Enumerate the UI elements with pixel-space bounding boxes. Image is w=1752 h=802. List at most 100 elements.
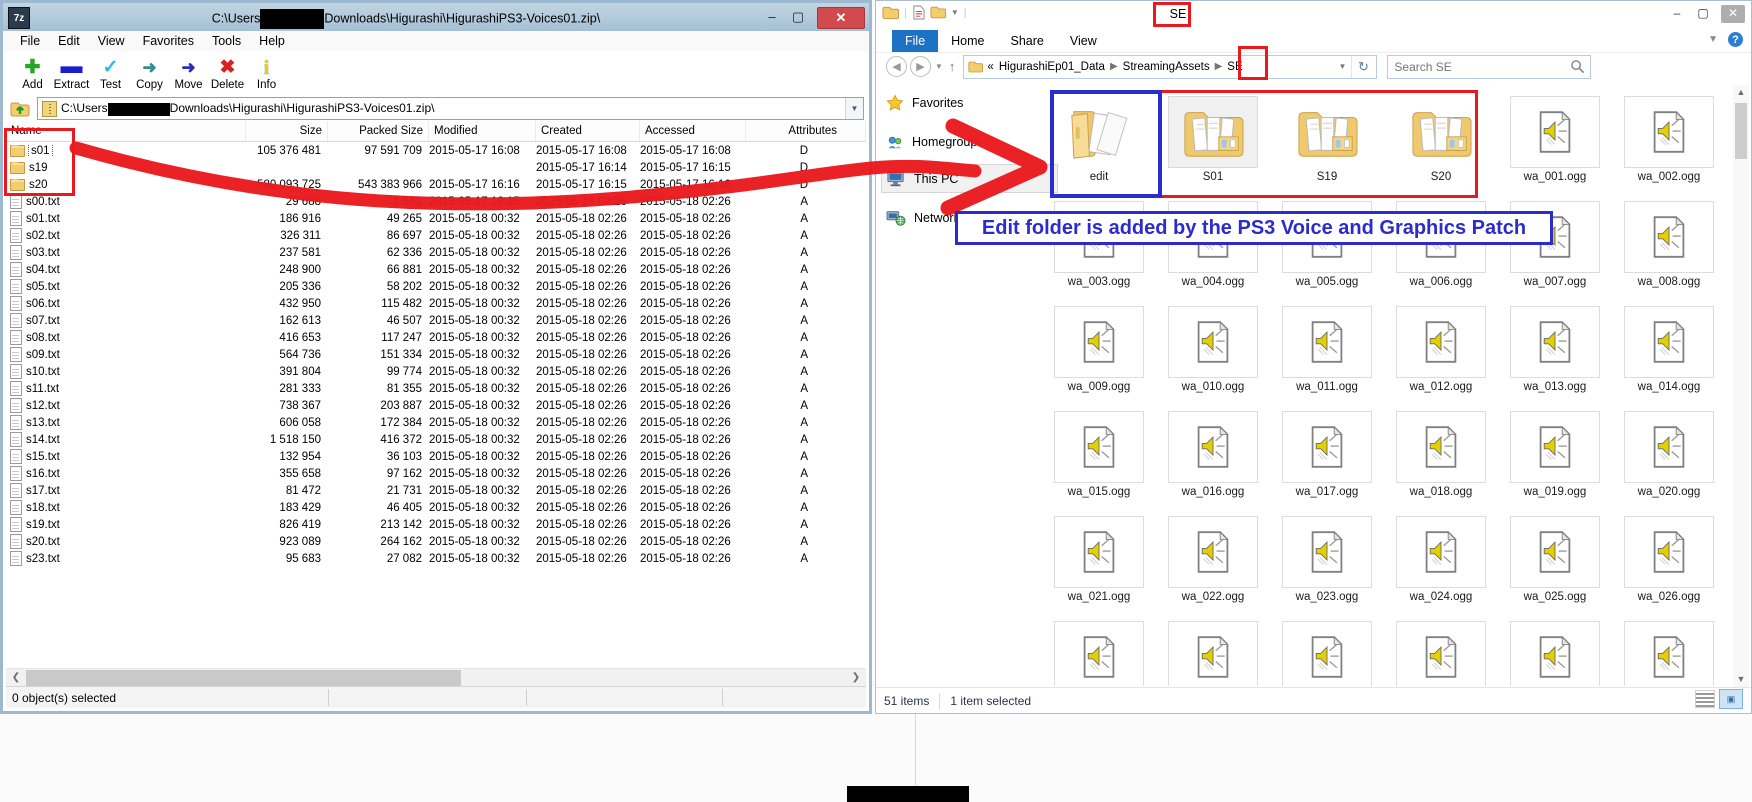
sidebar-item-network[interactable]: Network <box>886 209 960 227</box>
table-row[interactable]: s23.txt95 68327 0822015-05-18 00:322015-… <box>6 550 866 567</box>
move-button[interactable]: ➜Move <box>169 51 208 96</box>
table-row[interactable]: s15.txt132 95436 1032015-05-18 00:322015… <box>6 448 866 465</box>
table-row[interactable]: s04.txt248 90066 8812015-05-18 00:322015… <box>6 261 866 278</box>
scroll-left-icon[interactable]: ❮ <box>8 670 24 686</box>
table-row[interactable]: s07.txt162 61346 5072015-05-18 00:322015… <box>6 312 866 329</box>
table-row[interactable]: s06.txt432 950115 4822015-05-18 00:32201… <box>6 295 866 312</box>
scrollbar-thumb[interactable] <box>26 670 461 686</box>
table-row[interactable]: s02.txt326 31186 6972015-05-18 00:322015… <box>6 227 866 244</box>
table-row[interactable]: s03.txt237 58162 3362015-05-18 00:322015… <box>6 244 866 261</box>
sevenzip-address-bar[interactable]: C:\UsersDownloads\Higurashi\HigurashiPS3… <box>37 97 864 120</box>
file-item[interactable] <box>1510 621 1600 686</box>
scrollbar-thumb[interactable] <box>1735 103 1747 159</box>
sevenzip-titlebar[interactable]: 7z C:\UsersDownloads\Higurashi\Higurashi… <box>3 3 869 31</box>
up-button[interactable]: ↑ <box>949 59 956 74</box>
file-item[interactable]: wa_010.ogg <box>1168 306 1258 411</box>
file-item[interactable]: wa_019.ogg <box>1510 411 1600 516</box>
tab-file[interactable]: File <box>892 30 938 52</box>
maximize-button[interactable]: ▢ <box>787 7 809 27</box>
file-item[interactable]: wa_014.ogg <box>1624 306 1714 411</box>
parent-folder-button[interactable] <box>8 99 32 119</box>
table-row[interactable]: s05.txt205 33658 2022015-05-18 00:322015… <box>6 278 866 295</box>
details-view-button[interactable] <box>1695 690 1715 708</box>
file-item[interactable]: wa_002.ogg <box>1624 96 1714 201</box>
add-button[interactable]: ✚Add <box>13 51 52 96</box>
table-row[interactable]: s20580 093 725543 383 9662015-05-17 16:1… <box>6 176 866 193</box>
file-item[interactable]: wa_008.ogg <box>1624 201 1714 306</box>
close-button[interactable]: ✕ <box>817 7 865 29</box>
vertical-scrollbar[interactable]: ▲ ▼ <box>1733 85 1749 687</box>
sidebar-item-favorites[interactable]: Favorites <box>886 94 963 112</box>
file-item[interactable] <box>1168 621 1258 686</box>
file-item[interactable]: wa_022.ogg <box>1168 516 1258 621</box>
address-dropdown-icon[interactable]: ▼ <box>1334 58 1350 76</box>
table-row[interactable]: s09.txt564 736151 3342015-05-18 00:32201… <box>6 346 866 363</box>
copy-button[interactable]: ➜Copy <box>130 51 169 96</box>
file-item[interactable]: wa_016.ogg <box>1168 411 1258 516</box>
menu-help[interactable]: Help <box>250 34 294 48</box>
extract-button[interactable]: ▬Extract <box>52 51 91 96</box>
file-item[interactable] <box>1396 621 1486 686</box>
table-row[interactable]: s00.txt29 6881 5612015-05-17 18:152015-0… <box>6 193 866 210</box>
scroll-up-icon[interactable]: ▲ <box>1733 85 1749 100</box>
breadcrumb[interactable]: « HigurashiEp01_Data ▶ StreamingAssets ▶… <box>963 55 1377 79</box>
info-button[interactable]: iInfo <box>247 51 286 96</box>
menu-file[interactable]: File <box>11 34 49 48</box>
file-item[interactable]: wa_001.ogg <box>1510 96 1600 201</box>
expand-ribbon-icon[interactable]: ▼ <box>1708 34 1718 45</box>
qat-new-folder-icon[interactable] <box>930 6 946 19</box>
table-row[interactable]: s11.txt281 33381 3552015-05-18 00:322015… <box>6 380 866 397</box>
maximize-button[interactable]: ▢ <box>1691 5 1715 23</box>
file-item[interactable]: wa_015.ogg <box>1054 411 1144 516</box>
breadcrumb-item[interactable]: StreamingAssets <box>1123 61 1210 73</box>
table-row[interactable]: s18.txt183 42946 4052015-05-18 00:322015… <box>6 499 866 516</box>
folder-item[interactable]: S01 <box>1168 96 1258 201</box>
search-box[interactable] <box>1387 55 1591 79</box>
file-item[interactable]: wa_024.ogg <box>1396 516 1486 621</box>
file-item[interactable]: wa_011.ogg <box>1282 306 1372 411</box>
search-input[interactable] <box>1388 59 1566 75</box>
file-item[interactable]: wa_021.ogg <box>1054 516 1144 621</box>
close-button[interactable]: ✕ <box>1721 5 1745 23</box>
table-row[interactable]: s13.txt606 058172 3842015-05-18 00:32201… <box>6 414 866 431</box>
file-item[interactable]: wa_025.ogg <box>1510 516 1600 621</box>
tab-home[interactable]: Home <box>938 30 997 52</box>
list-header[interactable]: Name Size Packed Size Modified Created A… <box>6 121 866 142</box>
refresh-icon[interactable]: ↻ <box>1351 56 1374 78</box>
table-row[interactable]: s16.txt355 65897 1622015-05-18 00:322015… <box>6 465 866 482</box>
file-item[interactable]: wa_013.ogg <box>1510 306 1600 411</box>
file-item[interactable] <box>1624 621 1714 686</box>
qat-dropdown-icon[interactable]: ▼ <box>951 8 959 17</box>
table-row[interactable]: s10.txt391 80499 7742015-05-18 00:322015… <box>6 363 866 380</box>
file-item[interactable]: wa_009.ogg <box>1054 306 1144 411</box>
table-row[interactable]: s01105 376 48197 591 7092015-05-17 16:08… <box>6 142 866 159</box>
address-dropdown-button[interactable]: ▼ <box>845 98 863 119</box>
menu-edit[interactable]: Edit <box>49 34 89 48</box>
tab-view[interactable]: View <box>1057 30 1110 52</box>
thumbnail-view-button[interactable]: ▣ <box>1719 689 1743 709</box>
sidebar-item-homegroup[interactable]: Homegroup <box>886 133 977 151</box>
file-item[interactable]: wa_017.ogg <box>1282 411 1372 516</box>
history-dropdown-icon[interactable]: ▼ <box>935 62 943 71</box>
table-row[interactable]: s20.txt923 089264 1622015-05-18 00:32201… <box>6 533 866 550</box>
breadcrumb-item-se[interactable]: SE <box>1227 61 1242 73</box>
scroll-right-icon[interactable]: ❯ <box>848 670 864 686</box>
explorer-titlebar[interactable]: | ▼ | SE – ▢ ✕ <box>876 1 1751 30</box>
back-button[interactable]: ◀ <box>886 56 907 77</box>
horizontal-scrollbar[interactable]: ❮ ❯ <box>6 668 866 687</box>
folder-item[interactable]: S20 <box>1396 96 1486 201</box>
test-button[interactable]: ✓Test <box>91 51 130 96</box>
menu-tools[interactable]: Tools <box>203 34 250 48</box>
help-icon[interactable]: ? <box>1728 32 1743 47</box>
qat-properties-icon[interactable] <box>912 5 925 20</box>
breadcrumb-lead[interactable]: « <box>987 61 993 73</box>
table-row[interactable]: s14.txt1 518 150416 3722015-05-18 00:322… <box>6 431 866 448</box>
minimize-button[interactable]: – <box>1665 5 1689 23</box>
file-item[interactable]: wa_012.ogg <box>1396 306 1486 411</box>
delete-button[interactable]: ✖Delete <box>208 51 247 96</box>
table-row[interactable]: s17.txt81 47221 7312015-05-18 00:322015-… <box>6 482 866 499</box>
tab-share[interactable]: Share <box>998 30 1057 52</box>
sidebar-item-this-pc[interactable]: This PC <box>886 170 958 188</box>
table-row[interactable]: s12.txt738 367203 8872015-05-18 00:32201… <box>6 397 866 414</box>
minimize-button[interactable]: – <box>761 7 783 27</box>
